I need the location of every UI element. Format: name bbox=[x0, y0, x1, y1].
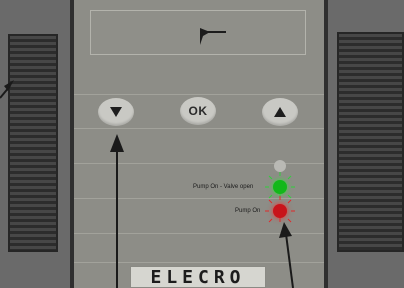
panel-divider-2 bbox=[74, 128, 324, 129]
triangle-down-icon bbox=[110, 107, 122, 117]
panel-divider-5 bbox=[74, 233, 324, 234]
lcd-display bbox=[90, 10, 306, 55]
triangle-up-icon bbox=[274, 107, 286, 117]
panel-divider-3 bbox=[74, 163, 324, 164]
ok-button-label: OK bbox=[188, 104, 208, 118]
right-frame-edge bbox=[324, 0, 328, 288]
left-vent-grille bbox=[8, 34, 58, 252]
right-vent-grille bbox=[337, 32, 404, 252]
down-button[interactable] bbox=[98, 98, 134, 126]
panel-divider-6 bbox=[74, 262, 324, 263]
red-led bbox=[273, 204, 287, 218]
up-button[interactable] bbox=[262, 98, 298, 126]
led-label-pump-on: Pump On bbox=[235, 208, 261, 214]
ok-button[interactable]: OK bbox=[180, 97, 216, 125]
green-led bbox=[273, 180, 287, 194]
brand-plate: ELECRO bbox=[130, 266, 266, 288]
led-label-pump-valve: Pump On - Valve open bbox=[193, 184, 254, 190]
panel-divider-1 bbox=[74, 94, 324, 95]
brand-name: ELECRO bbox=[150, 266, 246, 288]
status-led-off bbox=[274, 160, 286, 172]
panel-divider-4 bbox=[74, 198, 324, 199]
